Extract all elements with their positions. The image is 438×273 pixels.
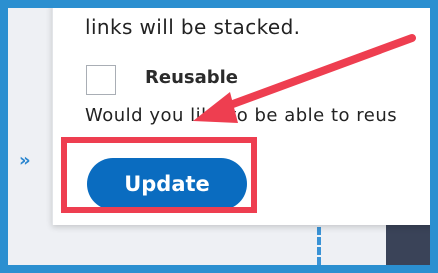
bottom-band (8, 225, 430, 265)
reusable-label: Reusable (145, 67, 239, 88)
reusable-checkbox[interactable] (86, 65, 116, 95)
screenshot-frame: » links will be stacked. Reusable Would … (0, 0, 438, 273)
drop-guide-line (317, 227, 321, 265)
settings-panel: links will be stacked. Reusable Would yo… (52, 8, 430, 225)
stacked-links-help-text: links will be stacked. (85, 15, 301, 39)
reusable-help-text: Would you like to be able to reus (85, 105, 398, 126)
update-button[interactable]: Update (87, 158, 247, 210)
expand-sidebar-icon[interactable]: » (19, 152, 31, 170)
dark-panel-edge (386, 225, 430, 265)
